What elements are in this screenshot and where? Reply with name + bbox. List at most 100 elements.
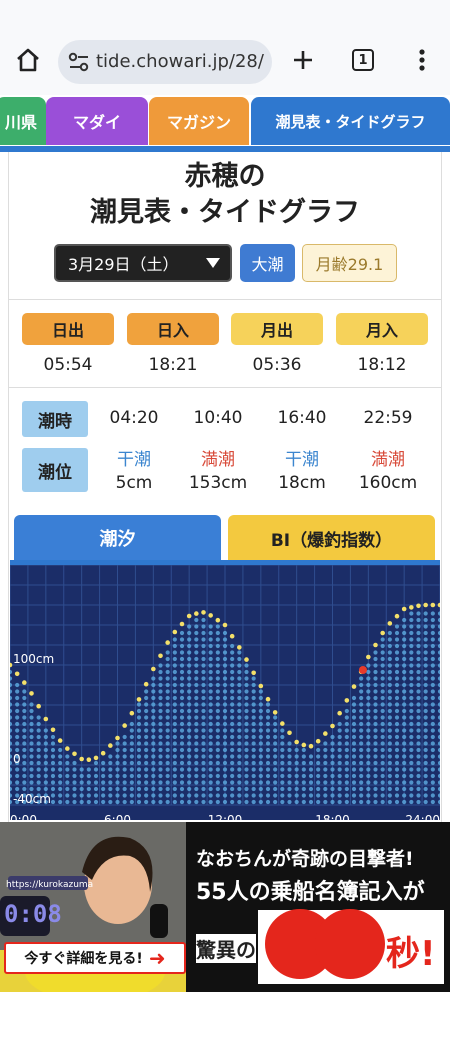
- home-icon[interactable]: [10, 42, 46, 78]
- tide-area-dot: [394, 780, 400, 785]
- address-bar[interactable]: tide.chowari.jp/28/: [58, 40, 272, 84]
- site-tab-magazine[interactable]: マガジン: [149, 97, 249, 145]
- tide-area-dot: [287, 760, 292, 766]
- tide-area-dot: [58, 760, 63, 766]
- tab-switcher-button[interactable]: 1: [345, 42, 381, 78]
- site-tab-tide-table[interactable]: 潮見表・タイドグラフ: [251, 97, 450, 145]
- tide-area-dot: [394, 682, 400, 688]
- y-tick-label: 200cm: [13, 565, 54, 566]
- tide-area-dot: [65, 799, 70, 805]
- tide-area-dot: [308, 786, 314, 792]
- tide-area-dot: [244, 708, 249, 714]
- tide-time: 22:59: [363, 408, 413, 428]
- tide-area-dot: [194, 637, 199, 642]
- tide-area-dot: [165, 676, 170, 681]
- tide-area-dot: [158, 747, 163, 753]
- tide-area-dot: [430, 741, 435, 746]
- tide-area-dot: [280, 799, 285, 805]
- tide-area-dot: [251, 760, 256, 766]
- tide-area-dot: [265, 734, 271, 740]
- tide-area-dot: [230, 715, 235, 720]
- tide-area-dot: [93, 773, 99, 779]
- tide-area-dot: [344, 754, 349, 759]
- tide-area-dot: [230, 799, 235, 805]
- tide-area-dot: [72, 767, 77, 772]
- tide-area-dot: [165, 754, 170, 759]
- tide-area-dot: [187, 643, 192, 649]
- ad-line3-pre: 驚異の: [196, 934, 256, 963]
- tide-area-dot: [402, 721, 407, 727]
- tab-bite-index[interactable]: BI（爆釣指数）: [228, 515, 435, 561]
- tide-area-dot: [237, 708, 242, 714]
- tide-area-dot: [136, 760, 142, 766]
- tide-area-dot: [402, 741, 407, 746]
- tide-area-dot: [280, 773, 285, 779]
- tide-area-dot: [222, 741, 228, 746]
- tide-area-dot: [86, 780, 91, 785]
- tide-area-dot: [373, 656, 378, 662]
- tide-area-dot: [373, 773, 378, 779]
- tide-area-dot: [215, 793, 220, 798]
- new-tab-icon[interactable]: [285, 42, 321, 78]
- tide-area-dot: [416, 637, 421, 642]
- tide-area-dot: [287, 747, 292, 753]
- tide-area-dot: [179, 637, 185, 642]
- tide-area-dot: [179, 780, 185, 785]
- tide-area-dot: [402, 695, 407, 701]
- tide-area-dot: [244, 682, 249, 688]
- ad-banner[interactable]: https://kurokazuma 0:08 なおちんが奇跡の目撃者! 55人…: [0, 822, 450, 992]
- tide-area-dot: [108, 773, 113, 779]
- tide-area-dot: [165, 786, 170, 792]
- tide-area-dot: [129, 760, 134, 766]
- site-settings-icon[interactable]: [68, 52, 90, 76]
- tide-area-dot: [373, 669, 378, 675]
- tide-area-dot: [129, 721, 134, 727]
- tide-area-dot: [316, 780, 321, 785]
- tide-area-dot: [423, 682, 428, 688]
- tide-area-dot: [265, 708, 271, 714]
- tide-area-dot: [194, 643, 199, 649]
- tide-area-dot: [273, 793, 278, 798]
- tide-area-dot: [222, 747, 228, 753]
- tide-area-dot: [409, 780, 414, 785]
- tide-area-dot: [265, 728, 271, 733]
- date-select[interactable]: 3月29日（土）: [54, 244, 232, 282]
- tide-area-dot: [215, 715, 220, 720]
- tide-area-dot: [294, 767, 299, 772]
- tide-area-dot: [65, 786, 70, 792]
- tide-area-dot: [201, 624, 206, 629]
- tide-area-dot: [179, 669, 185, 675]
- tab-tide[interactable]: 潮汐: [14, 515, 221, 561]
- site-tab-madai[interactable]: マダイ: [46, 97, 148, 145]
- tide-area-dot: [101, 793, 106, 798]
- tide-area-dot: [222, 682, 228, 688]
- tide-area-dot: [43, 767, 48, 772]
- tide-area-dot: [273, 799, 278, 805]
- tide-area-dot: [237, 650, 242, 655]
- tide-area-dot: [29, 760, 34, 766]
- tide-area-dot: [308, 767, 314, 772]
- tide-area-dot: [101, 773, 106, 779]
- tide-area-dot: [394, 650, 400, 655]
- tide-area-dot: [179, 682, 185, 688]
- tide-area-dot: [273, 773, 278, 779]
- tide-area-dot: [402, 728, 407, 733]
- site-tab-prefecture[interactable]: 川県: [0, 97, 46, 145]
- tide-area-dot: [387, 689, 392, 694]
- tide-area-dot: [330, 760, 335, 766]
- tide-area-dot: [244, 695, 249, 701]
- tide-area-dot: [179, 760, 185, 766]
- tide-area-dot: [158, 760, 163, 766]
- tide-area-dot: [144, 754, 149, 759]
- tide-area-dot: [15, 741, 20, 746]
- tide-area-dot: [172, 780, 177, 785]
- tide-area-dot: [394, 656, 400, 662]
- tide-area-dot: [359, 708, 364, 714]
- tide-area-dot: [237, 682, 242, 688]
- tide-area-dot: [430, 695, 435, 701]
- tide-area-dot: [394, 630, 400, 636]
- tide-area-dot: [65, 793, 70, 798]
- more-menu-icon[interactable]: [404, 42, 440, 78]
- ad-cta-button[interactable]: 今すぐ詳細を見る! ➜: [4, 942, 186, 974]
- tide-area-dot: [251, 721, 256, 727]
